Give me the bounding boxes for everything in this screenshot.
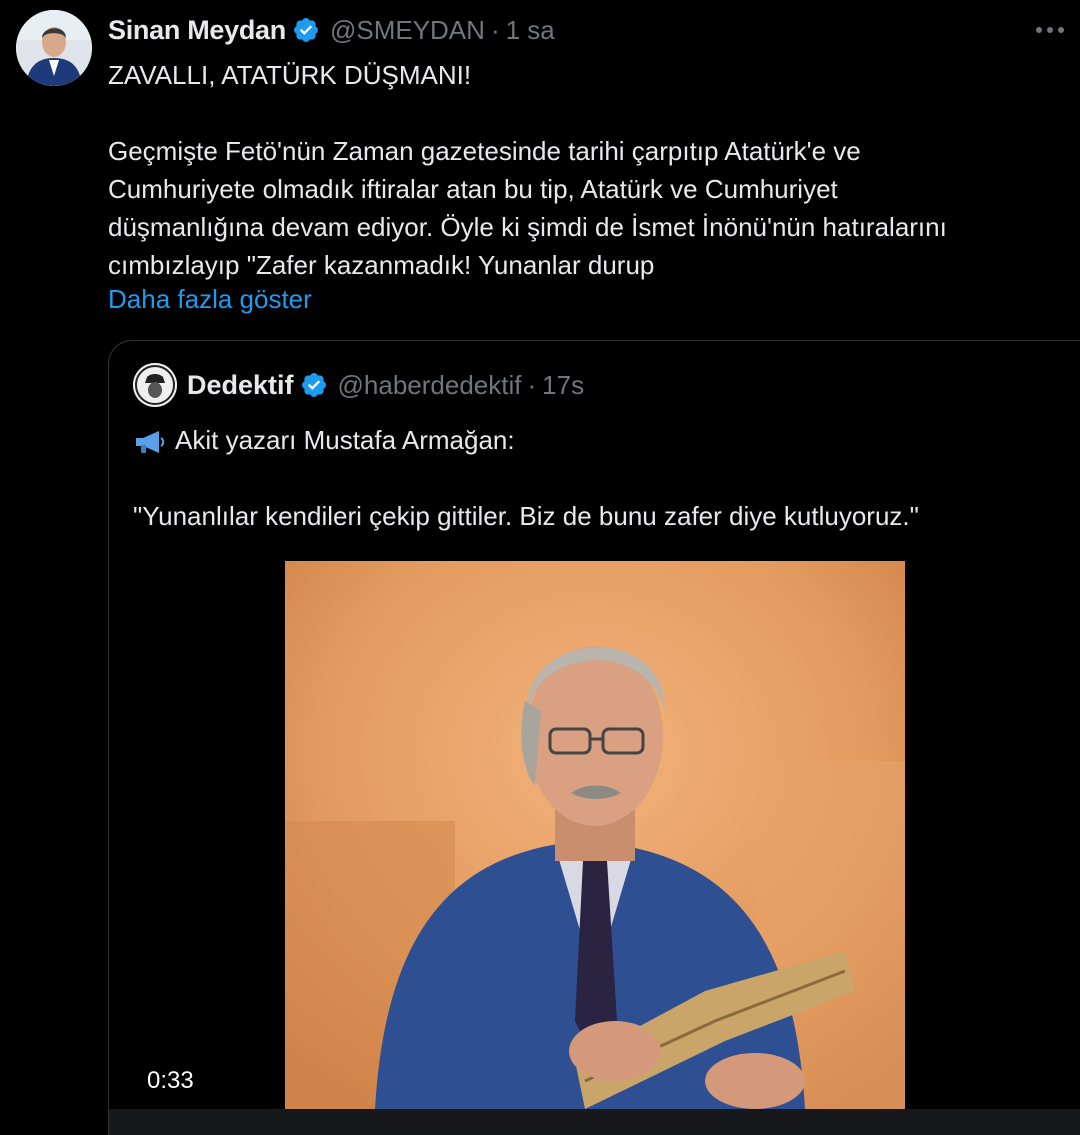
quoted-author-handle[interactable]: @haberdedektif <box>338 370 522 401</box>
quoted-tweet[interactable]: Dedektif @haberdedektif · 17s Akit yazar… <box>108 340 1080 1135</box>
quoted-author-name[interactable]: Dedektif <box>187 370 294 401</box>
more-horizontal-icon <box>1036 27 1064 33</box>
video-frame-image <box>285 561 905 1109</box>
tweet-body-line: düşmanlığına devam ediyor. Öyle ki şimdi… <box>108 212 947 242</box>
verified-badge-icon <box>300 371 328 399</box>
quoted-tweet-header: Dedektif @haberdedektif · 17s <box>133 363 584 407</box>
tweet-title-line: ZAVALLI, ATATÜRK DÜŞMANI! <box>108 60 472 90</box>
author-avatar[interactable] <box>16 10 92 86</box>
header-separator: · <box>490 14 500 45</box>
video-thumbnail[interactable] <box>285 561 905 1109</box>
quoted-lead-line: Akit yazarı Mustafa Armağan: <box>133 421 1073 459</box>
megaphone-icon <box>133 427 167 453</box>
quoted-tweet-text: Akit yazarı Mustafa Armağan: "Yunanlılar… <box>133 421 1073 535</box>
tweet-body-line: Cumhuriyete olmadık iftiralar atan bu ti… <box>108 174 838 204</box>
video-duration: 0:33 <box>137 1061 204 1101</box>
author-name[interactable]: Sinan Meydan <box>108 15 286 46</box>
quoted-tweet-timestamp[interactable]: 17s <box>542 370 584 401</box>
quoted-lead-text: Akit yazarı Mustafa Armağan: <box>175 425 515 455</box>
more-options-button[interactable] <box>1030 16 1070 44</box>
verified-badge-icon <box>292 16 320 44</box>
tweet[interactable]: Sinan Meydan @SMEYDAN · 1 sa ZAVALLI, AT… <box>0 0 1080 1135</box>
quoted-header-separator: · <box>527 369 537 400</box>
author-avatar-image <box>16 10 92 86</box>
detective-avatar-image <box>133 363 177 407</box>
quoted-author-avatar[interactable] <box>133 363 177 407</box>
show-more-link[interactable]: Daha fazla göster <box>108 280 312 318</box>
tweet-body-line: Geçmişte Fetö'nün Zaman gazetesinde tari… <box>108 136 861 166</box>
tweet-header: Sinan Meydan @SMEYDAN · 1 sa <box>108 12 555 48</box>
tweet-text: ZAVALLI, ATATÜRK DÜŞMANI! Geçmişte Fetö'… <box>108 56 1058 284</box>
video-player[interactable]: 0:33 <box>109 561 1080 1109</box>
quoted-quote-line: "Yunanlılar kendileri çekip gittiler. Bi… <box>133 501 919 531</box>
author-handle[interactable]: @SMEYDAN <box>330 15 485 46</box>
tweet-timestamp[interactable]: 1 sa <box>506 15 555 46</box>
video-controls-bar <box>109 1109 1080 1135</box>
tweet-body-line: cımbızlayıp "Zafer kazanmadık! Yunanlar … <box>108 250 655 280</box>
